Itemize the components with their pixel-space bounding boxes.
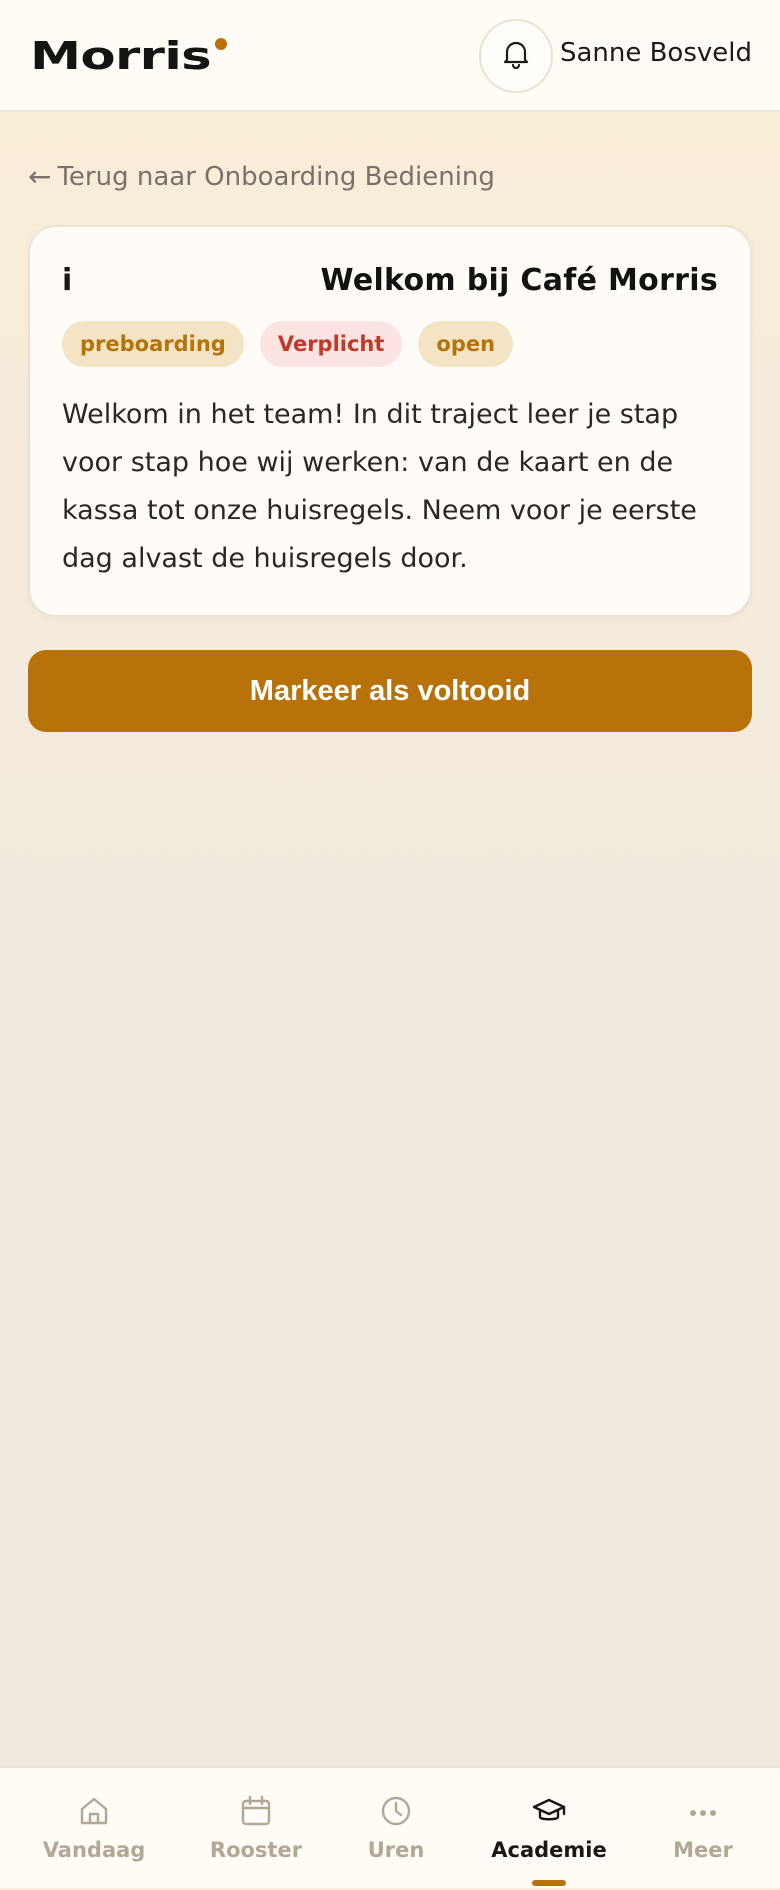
nav-item-uren[interactable]: Uren [346,1768,446,1890]
user-name[interactable]: Sanne Bosveld [560,38,752,68]
arrow-left-icon: ← [28,160,52,193]
back-link[interactable]: ← Terug naar Onboarding Bediening [28,160,495,193]
app-header: Morris Sanne Bosveld [0,0,780,112]
graduation-cap-icon [532,1794,566,1828]
calendar-icon [239,1794,273,1828]
brand-logo[interactable]: Morris [30,30,227,82]
bottom-nav: Vandaag Rooster Uren Academie Meer [0,1766,780,1888]
nav-label-vandaag: Vandaag [42,1838,146,1862]
phase-badge: preboarding [62,321,244,367]
info-icon: i [62,263,73,298]
nav-item-vandaag[interactable]: Vandaag [42,1768,146,1890]
home-icon [77,1794,111,1828]
back-link-label: Terug naar Onboarding Bediening [57,161,495,192]
lesson-card: i Welkom bij Café Morris preboarding Ver… [28,225,752,617]
nav-item-academie[interactable]: Academie [489,1768,609,1890]
mark-complete-button[interactable]: Markeer als voltooid [28,650,752,732]
notifications-button[interactable] [479,19,553,93]
logo-text: Morris [30,34,212,78]
more-icon [686,1794,720,1828]
nav-label-meer: Meer [673,1838,733,1862]
bell-icon [502,39,530,73]
nav-item-meer[interactable]: Meer [653,1768,753,1890]
nav-label-uren: Uren [367,1838,425,1862]
lesson-body: Welkom in het team! In dit traject leer … [62,399,697,574]
required-badge: Verplicht [259,321,403,367]
active-tab-indicator [532,1880,566,1886]
nav-label-rooster: Rooster [209,1838,303,1862]
nav-item-rooster[interactable]: Rooster [206,1768,306,1890]
lesson-title: Welkom bij Café Morris [320,263,718,298]
nav-label-academie: Academie [491,1838,607,1862]
badge-row: preboarding Verplicht open [62,321,514,367]
clock-icon [379,1794,413,1828]
status-badge: open [418,321,514,367]
logo-dot [215,38,227,50]
